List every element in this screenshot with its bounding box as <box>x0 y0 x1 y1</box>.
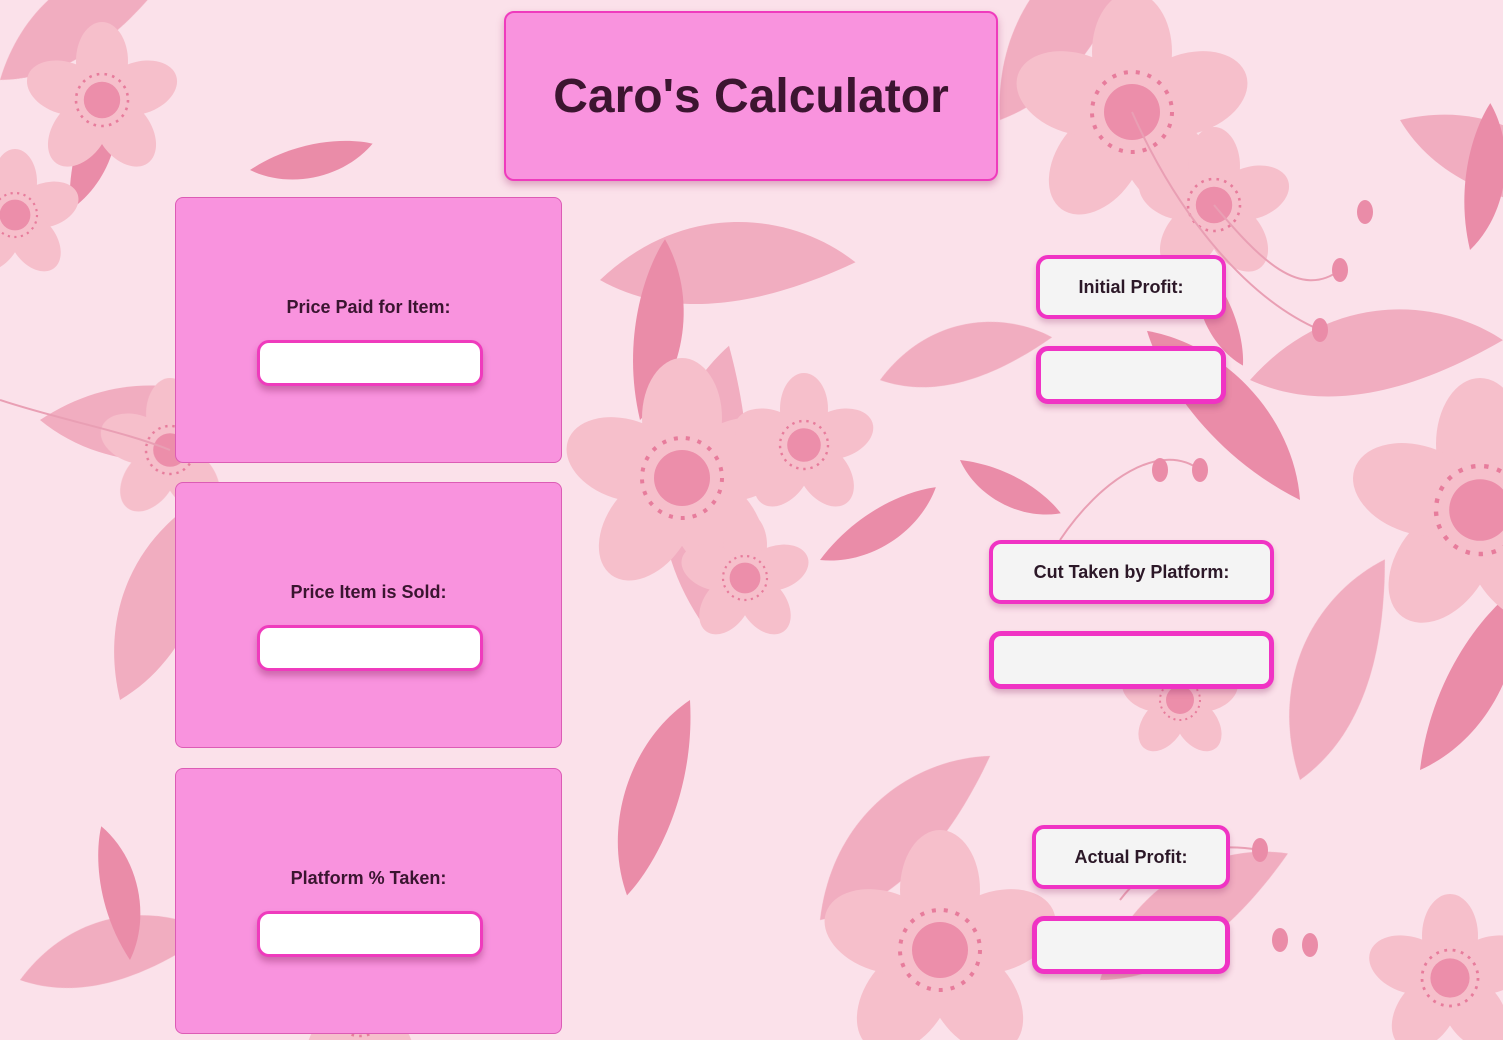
platform-cut-label: Cut Taken by Platform: <box>989 540 1274 604</box>
price-paid-card: Price Paid for Item: <box>175 197 562 463</box>
page-title: Caro's Calculator <box>553 69 949 123</box>
actual-profit-output <box>1032 916 1230 974</box>
price-sold-input[interactable] <box>257 625 483 671</box>
title-banner: Caro's Calculator <box>504 11 998 181</box>
platform-percent-card: Platform % Taken: <box>175 768 562 1034</box>
price-sold-card: Price Item is Sold: <box>175 482 562 748</box>
price-paid-input[interactable] <box>257 340 483 386</box>
price-sold-label: Price Item is Sold: <box>290 582 447 602</box>
actual-profit-label: Actual Profit: <box>1032 825 1230 889</box>
price-paid-label: Price Paid for Item: <box>286 297 451 317</box>
initial-profit-label: Initial Profit: <box>1036 255 1226 319</box>
platform-percent-input[interactable] <box>257 911 483 957</box>
initial-profit-output <box>1036 346 1226 404</box>
platform-percent-label: Platform % Taken: <box>290 868 447 888</box>
platform-cut-output <box>989 631 1274 689</box>
